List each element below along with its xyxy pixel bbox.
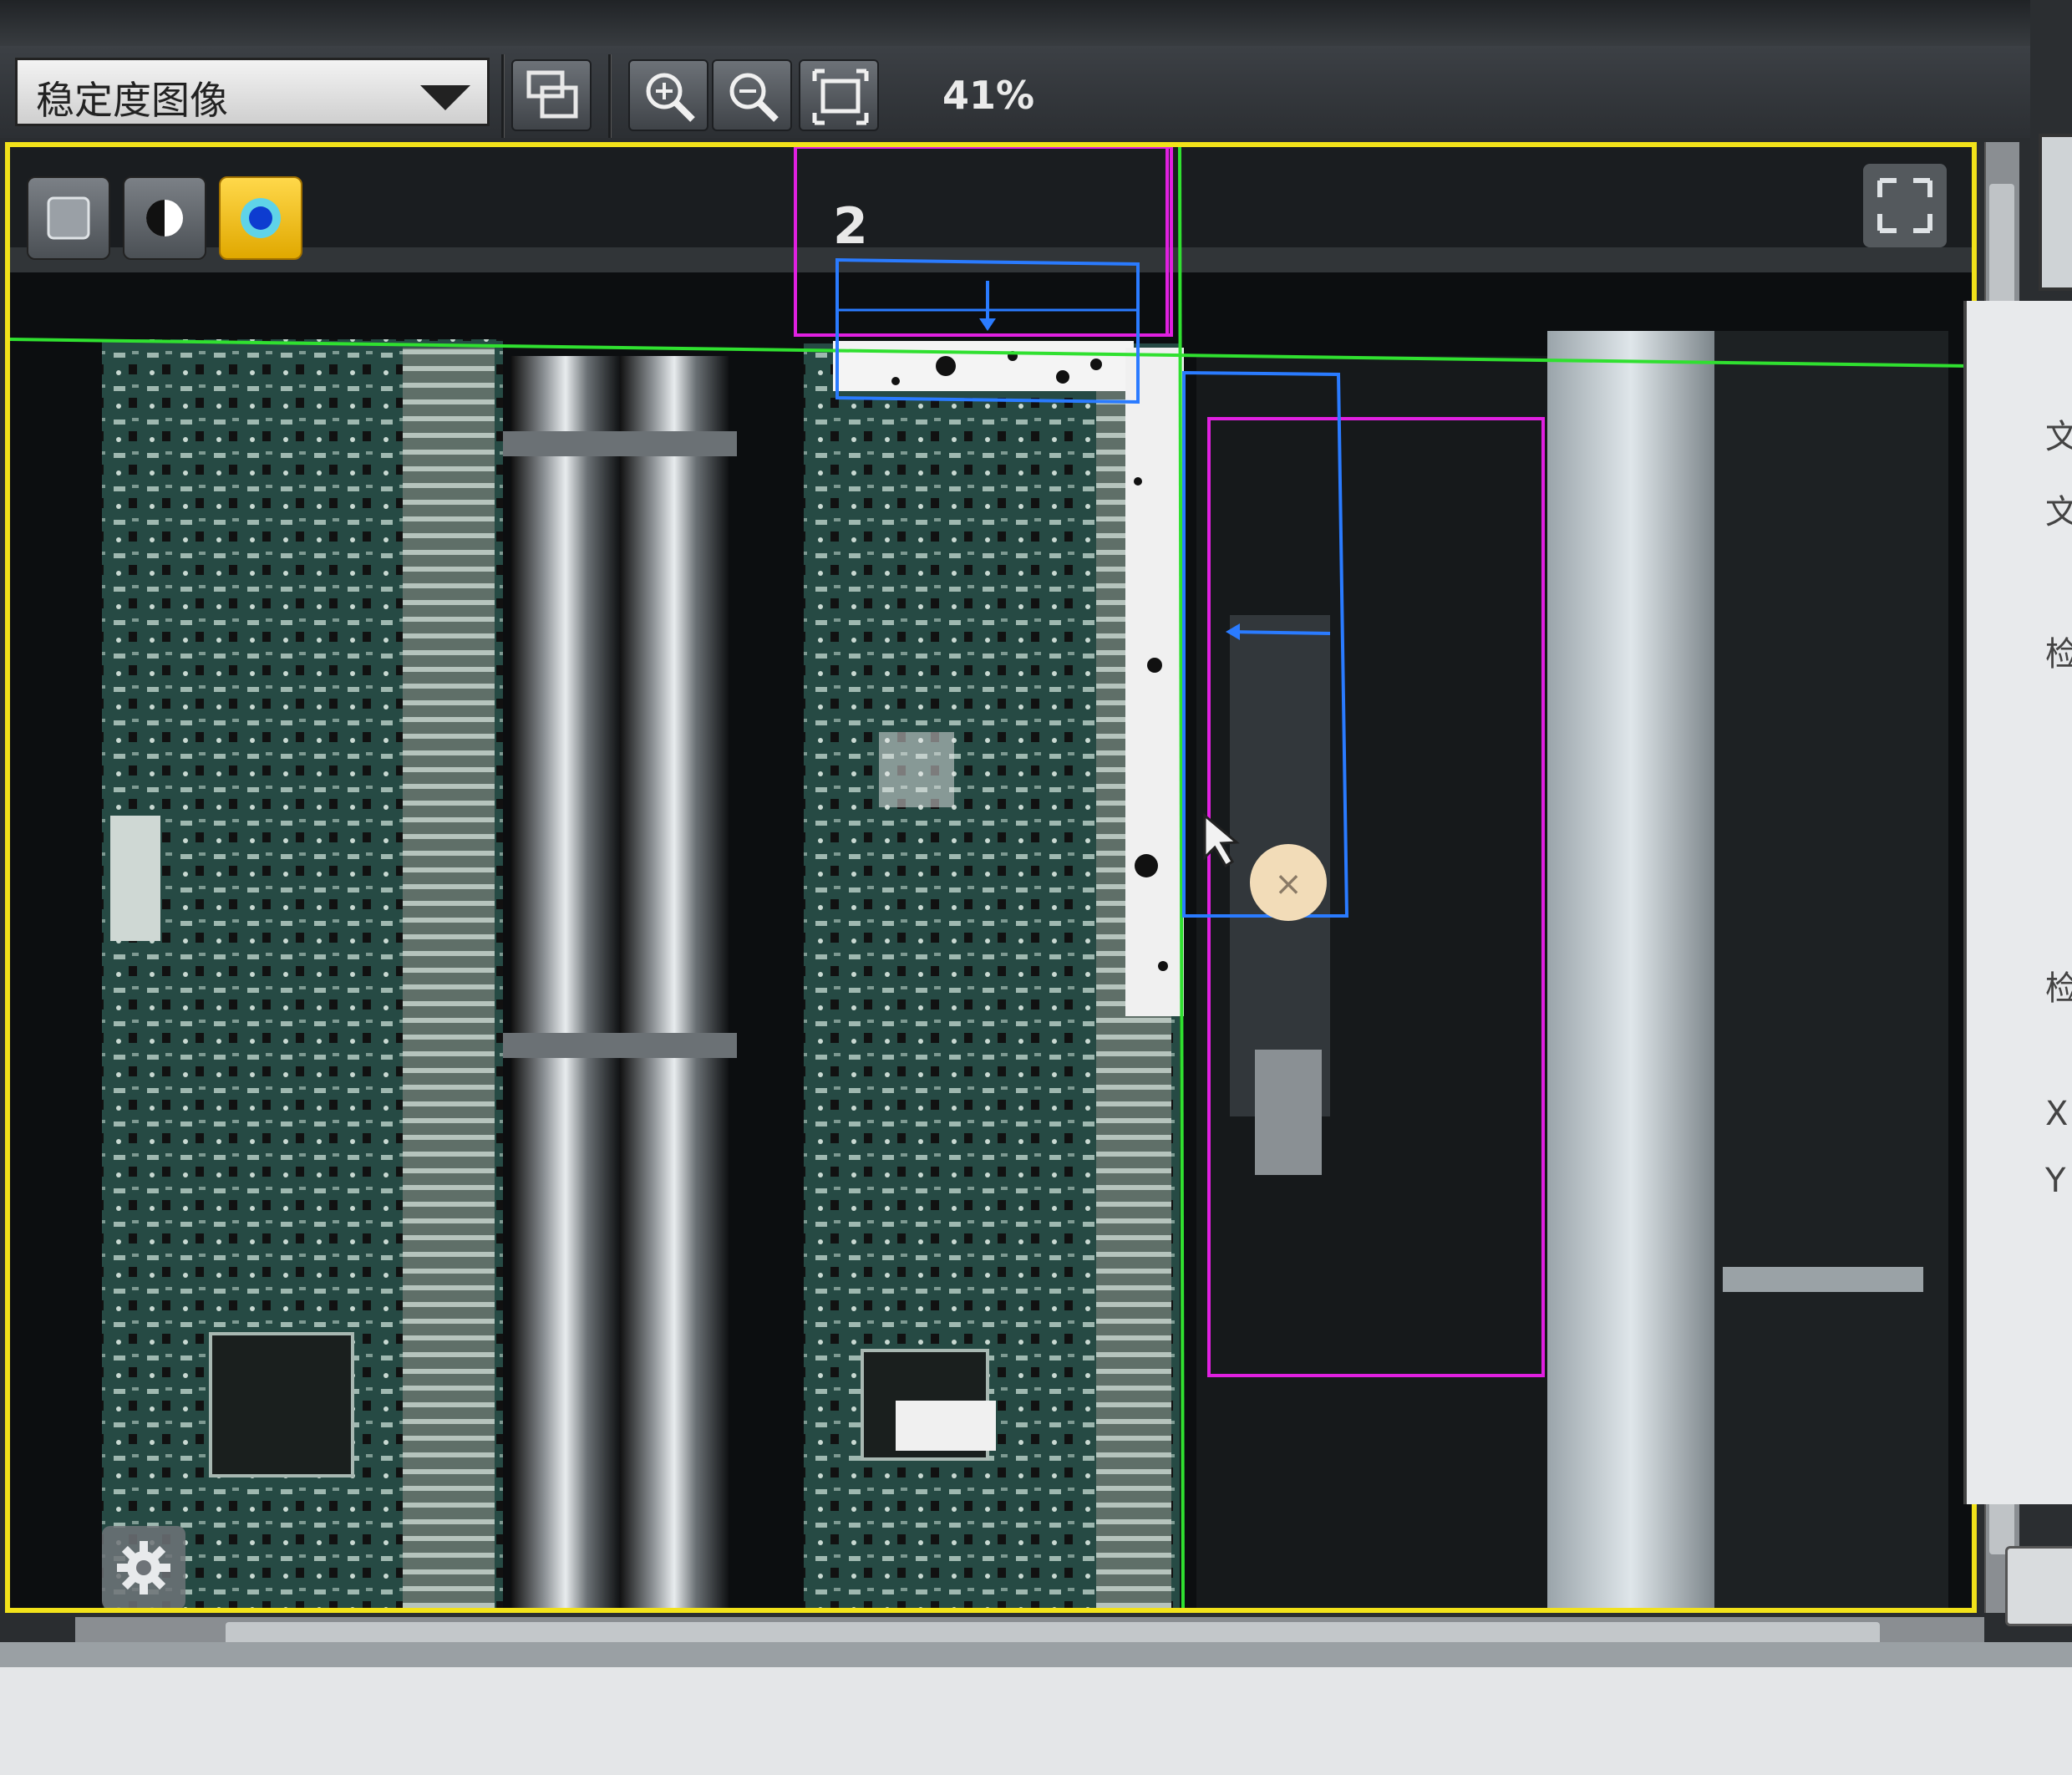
expand-icon bbox=[1877, 178, 1932, 233]
toolbar: 稳定度图像 41% bbox=[0, 46, 2030, 144]
square-icon bbox=[47, 196, 90, 240]
fit-window-icon bbox=[812, 69, 869, 125]
gear-icon bbox=[117, 1541, 170, 1594]
image-mode-dropdown[interactable]: 稳定度图像 bbox=[15, 58, 490, 126]
target-icon bbox=[241, 198, 281, 238]
right-panel-label: 检 bbox=[2045, 969, 2072, 1008]
panel-bottom-bar bbox=[0, 1642, 2072, 1667]
fit-to-window-button[interactable] bbox=[799, 59, 879, 131]
right-panel-label: X bbox=[2045, 1095, 2069, 1133]
zoom-out-icon bbox=[729, 73, 779, 122]
right-panel-label: Y bbox=[2045, 1162, 2066, 1200]
toolbar-divider bbox=[608, 54, 612, 138]
right-panel-button[interactable] bbox=[2005, 1546, 2072, 1626]
contrast-mode-button[interactable] bbox=[123, 176, 206, 260]
roi-icon bbox=[526, 70, 578, 119]
contrast-icon bbox=[146, 200, 183, 236]
toolbar-divider bbox=[501, 54, 505, 138]
zoom-level: 41% bbox=[942, 73, 1035, 118]
window-top-frame bbox=[0, 0, 2072, 50]
fullscreen-button[interactable] bbox=[1863, 164, 1947, 247]
right-settings-panel bbox=[1963, 301, 2072, 1504]
color-mode-button[interactable] bbox=[219, 176, 302, 260]
chevron-down-icon bbox=[420, 85, 470, 110]
lower-window-area bbox=[0, 1667, 2072, 1775]
image-mode-label: 稳定度图像 bbox=[36, 78, 228, 123]
svg-text:×: × bbox=[1274, 865, 1303, 903]
right-panel-thumbnail bbox=[2039, 134, 2072, 291]
zoom-in-icon bbox=[646, 73, 695, 122]
right-panel-label: 文 bbox=[2045, 493, 2072, 531]
right-panel-label: 文 bbox=[2045, 418, 2072, 456]
zoom-in-button[interactable] bbox=[628, 59, 708, 131]
camera-image-viewport[interactable]: × 2 bbox=[5, 142, 1977, 1613]
gray-mode-button[interactable] bbox=[27, 176, 110, 260]
zoom-out-button[interactable] bbox=[712, 59, 792, 131]
settings-button[interactable] bbox=[102, 1526, 185, 1608]
roi-button[interactable] bbox=[511, 59, 592, 131]
camera-image: × bbox=[10, 147, 1972, 1608]
roi-number-label: 2 bbox=[833, 197, 868, 256]
right-panel-label: 检 bbox=[2045, 635, 2072, 674]
